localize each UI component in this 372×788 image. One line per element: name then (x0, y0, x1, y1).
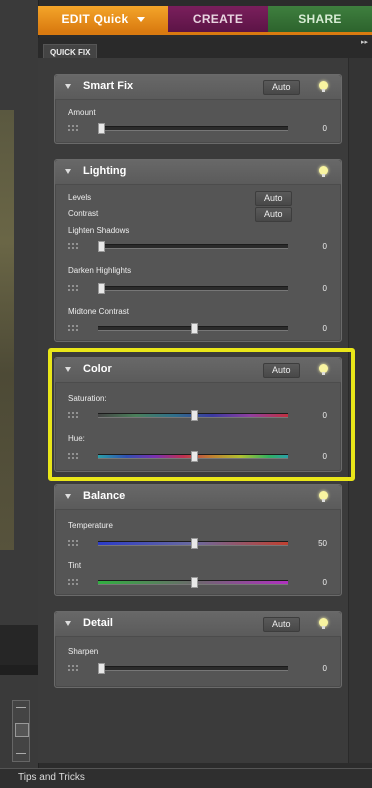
collapse-triangle-icon[interactable] (65, 84, 71, 89)
zoom-tick (16, 753, 26, 754)
slider-value: 0 (322, 324, 327, 333)
lighten-shadows-slider-track[interactable] (98, 244, 288, 249)
smart-fix-auto-button[interactable]: Auto (263, 80, 300, 95)
grip-icon (67, 539, 79, 547)
tips-bar[interactable]: Tips and Tricks (0, 768, 372, 788)
contrast-auto-button[interactable]: Auto (255, 207, 292, 222)
tab-create[interactable]: CREATE (168, 6, 268, 32)
lightbulb-icon[interactable] (319, 81, 328, 92)
levels-auto-button[interactable]: Auto (255, 191, 292, 206)
lighten-shadows-slider-thumb[interactable] (98, 241, 105, 252)
section-title: Lighting (83, 165, 127, 177)
collapse-triangle-icon[interactable] (65, 169, 71, 174)
temperature-slider-thumb[interactable] (191, 538, 198, 549)
grip-icon (67, 284, 79, 292)
grip-icon (67, 578, 79, 586)
slider-value: 0 (322, 664, 327, 673)
darken-highlights-slider-thumb[interactable] (98, 283, 105, 294)
slider-label: Sharpen (68, 647, 99, 656)
grip-icon (67, 664, 79, 672)
section-title: Smart Fix (83, 80, 134, 92)
levels-label: Levels (68, 193, 92, 202)
tab-edit-label: EDIT Quick (61, 12, 129, 26)
collapse-panel-icon[interactable]: ▸▸ (361, 38, 368, 46)
detail-auto-button[interactable]: Auto (263, 617, 300, 632)
tab-share-label: SHARE (298, 12, 342, 26)
section-header[interactable]: Lighting (55, 160, 341, 185)
section-detail: Detail Auto Sharpen 0 (54, 611, 342, 688)
chevron-down-icon[interactable] (136, 17, 145, 23)
section-title: Detail (83, 617, 113, 629)
section-title: Balance (83, 490, 126, 502)
lightbulb-icon[interactable] (319, 491, 328, 502)
section-lighting: Lighting Levels Auto Contrast Auto Light… (54, 159, 342, 342)
lightbulb-icon[interactable] (319, 166, 328, 177)
slider-value: 0 (322, 284, 327, 293)
photo-preview-edge (0, 110, 14, 550)
grip-icon (67, 242, 79, 250)
tips-and-tricks-label: Tips and Tricks (18, 772, 85, 783)
slider-value: 0 (322, 124, 327, 133)
amount-slider-track[interactable] (98, 126, 288, 131)
section-balance: Balance Temperature 50 Tint 0 (54, 484, 342, 596)
lightbulb-icon[interactable] (319, 618, 328, 629)
collapse-triangle-icon[interactable] (65, 621, 71, 626)
subtab-bar: QUICK FIX ▸▸ (38, 38, 372, 61)
slider-label: Midtone Contrast (68, 307, 129, 316)
slider-label: Temperature (68, 521, 113, 530)
section-header[interactable]: Detail Auto (55, 612, 341, 637)
zoom-slider-knob[interactable] (15, 723, 29, 737)
slider-label: Lighten Shadows (68, 226, 130, 235)
tab-edit[interactable]: EDIT Quick (38, 6, 168, 32)
editor-window: EDIT Quick CREATE SHARE QUICK FIX ▸▸ Sma… (0, 0, 372, 788)
amount-slider-thumb[interactable] (98, 123, 105, 134)
midtone-contrast-slider-thumb[interactable] (191, 323, 198, 334)
section-header[interactable]: Smart Fix Auto (55, 75, 341, 100)
slider-value: 50 (318, 539, 327, 548)
contrast-label: Contrast (68, 209, 99, 218)
section-smart-fix: Smart Fix Auto Amount 0 (54, 74, 342, 144)
rail-bar (0, 665, 38, 675)
tint-slider-thumb[interactable] (191, 577, 198, 588)
slider-label: Tint (68, 561, 82, 570)
zoom-slider[interactable] (12, 700, 30, 762)
slider-value: 0 (322, 578, 327, 587)
grip-icon (67, 324, 79, 332)
darken-highlights-slider-track[interactable] (98, 286, 288, 291)
grip-icon (67, 124, 79, 132)
slider-value: 0 (322, 242, 327, 251)
mode-tabs: EDIT Quick CREATE SHARE (38, 6, 372, 32)
tab-create-label: CREATE (192, 12, 244, 26)
zoom-tick (16, 707, 26, 708)
sharpen-slider-thumb[interactable] (98, 663, 105, 674)
active-tab-underline (38, 32, 372, 35)
tab-share[interactable]: SHARE (268, 6, 372, 32)
section-header[interactable]: Balance (55, 485, 341, 510)
sharpen-slider-track[interactable] (98, 666, 288, 671)
collapse-triangle-icon[interactable] (65, 494, 71, 499)
color-section-highlight (48, 348, 355, 481)
rail-divider (0, 625, 38, 665)
slider-label: Amount (68, 108, 96, 117)
slider-label: Darken Highlights (68, 266, 132, 275)
